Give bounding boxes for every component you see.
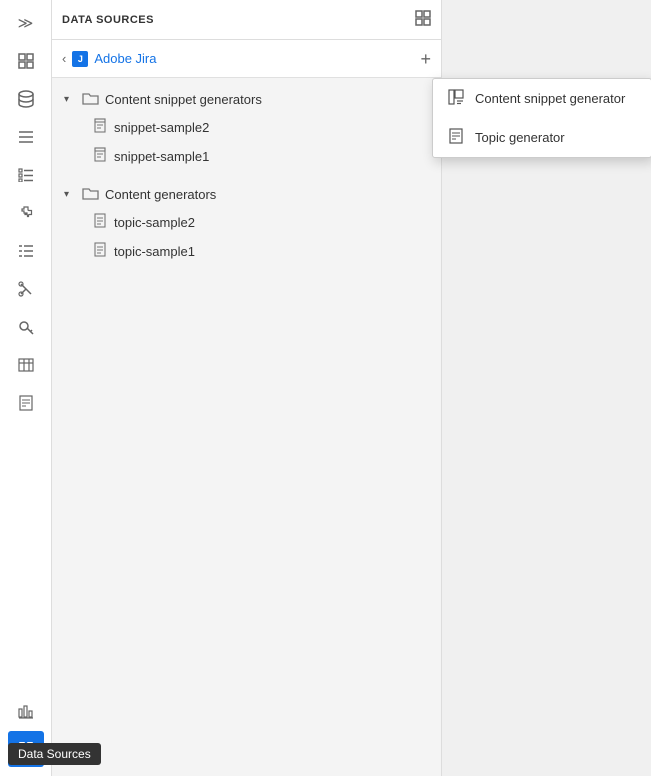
file-icon-snippet2 <box>94 118 108 137</box>
tree-group-content-gen: ▾ Content generators topi <box>52 181 441 266</box>
database-icon[interactable] <box>8 81 44 117</box>
tree-content: ▾ Content snippet generators <box>52 78 441 278</box>
folder-icon-snippet <box>82 91 99 108</box>
breadcrumb-add-button[interactable]: + <box>420 50 431 68</box>
file-icon-snippet1 <box>94 147 108 166</box>
tooltip-label: Data Sources <box>18 747 91 761</box>
sidebar: ≫ <box>0 0 52 776</box>
list-item[interactable]: topic-sample2 <box>52 208 441 237</box>
panel-grid-icon[interactable] <box>415 10 431 29</box>
tree-group-label-gen: Content generators <box>105 187 216 202</box>
scissors-icon[interactable] <box>8 271 44 307</box>
tree-item-label-snippet1: snippet-sample1 <box>114 149 209 164</box>
list-icon[interactable] <box>8 119 44 155</box>
list2-icon[interactable] <box>8 157 44 193</box>
topic-generator-icon <box>447 128 465 147</box>
panel-header: DATA SOURCES <box>52 0 441 40</box>
key-icon[interactable] <box>8 309 44 345</box>
tree-item-label-topic2: topic-sample2 <box>114 215 195 230</box>
file-icon-topic1 <box>94 242 108 261</box>
expand-icon-snippet: ▾ <box>64 94 76 105</box>
collapse-icon[interactable]: ≫ <box>8 5 44 41</box>
tree-group-header-gen[interactable]: ▾ Content generators <box>52 181 441 208</box>
table-icon[interactable] <box>8 347 44 383</box>
file-icon-topic2 <box>94 213 108 232</box>
tree-item-label-topic1: topic-sample1 <box>114 244 195 259</box>
jira-icon: J <box>72 51 88 67</box>
dropdown-item-topic-label: Topic generator <box>475 130 565 145</box>
list-item[interactable]: snippet-sample2 <box>52 113 441 142</box>
expand-icon-gen: ▾ <box>64 189 76 200</box>
list-item[interactable]: snippet-sample1 <box>52 142 441 171</box>
snippet-generator-icon <box>447 89 465 108</box>
report-icon[interactable] <box>8 385 44 421</box>
dropdown-item-snippet-label: Content snippet generator <box>475 91 625 106</box>
dropdown-menu: Content snippet generator Topic generato… <box>432 78 651 158</box>
breadcrumb-source-label: Adobe Jira <box>94 51 156 66</box>
tree-group-header-snippet[interactable]: ▾ Content snippet generators <box>52 86 441 113</box>
list3-icon[interactable] <box>8 233 44 269</box>
grid-icon[interactable] <box>8 43 44 79</box>
dropdown-item-topic[interactable]: Topic generator <box>433 118 651 157</box>
tooltip-badge: Data Sources <box>8 743 101 765</box>
panel-title: DATA SOURCES <box>62 14 154 26</box>
puzzle-icon[interactable] <box>8 195 44 231</box>
tree-item-label-snippet2: snippet-sample2 <box>114 120 209 135</box>
breadcrumb-row: ‹ J Adobe Jira + <box>52 40 441 78</box>
folder-icon-gen <box>82 186 99 203</box>
dropdown-item-snippet[interactable]: Content snippet generator <box>433 79 651 118</box>
main-panel: DATA SOURCES ‹ J Adobe Jira + ▾ <box>52 0 442 776</box>
breadcrumb-back-button[interactable]: ‹ <box>62 51 66 66</box>
list-item[interactable]: topic-sample1 <box>52 237 441 266</box>
tree-group-label-snippet: Content snippet generators <box>105 92 262 107</box>
tree-group-content-snippet: ▾ Content snippet generators <box>52 86 441 171</box>
chart-icon[interactable] <box>8 693 44 729</box>
